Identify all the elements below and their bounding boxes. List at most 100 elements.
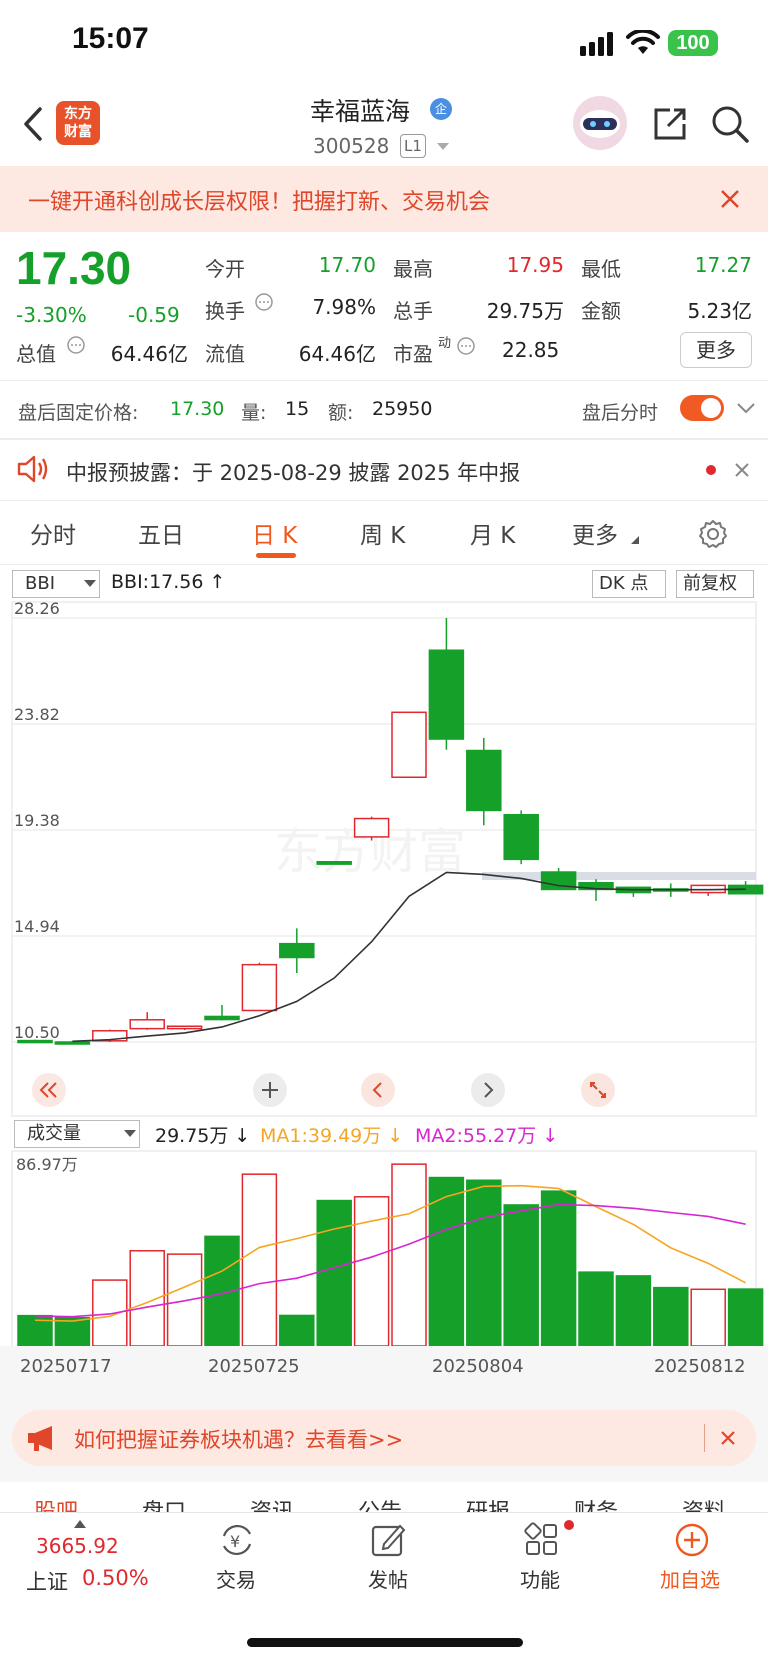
after-hours-amt: 25950 [372,398,433,420]
volume-bar [727,1288,764,1347]
close-icon[interactable] [734,462,750,478]
post-edit-icon[interactable] [370,1522,406,1558]
pe-label: 市盈 [393,342,433,366]
current-price: 17.30 [16,242,132,294]
more-button[interactable]: 更多 [680,332,752,368]
volume-bar [241,1173,278,1347]
candle-body [316,861,352,865]
float-value: 64.46亿 [298,342,376,366]
nav-post[interactable]: 发帖 [368,1564,408,1593]
promo-text[interactable]: 一键开通科创成长层权限！把握打新、交易机会 [28,184,490,216]
float-label: 流值 [205,342,245,366]
features-grid-icon[interactable] [524,1522,560,1558]
candle-body [54,1041,91,1045]
open-label: 今开 [205,257,245,281]
megaphone-icon [28,1426,52,1451]
high-value: 17.95 [506,253,564,277]
index-name[interactable]: 上证 [26,1566,68,1596]
tab-five-day[interactable]: 五日 [138,516,184,550]
nav-features[interactable]: 功能 [520,1564,560,1593]
stock-name: 幸福蓝海 [310,97,411,126]
candle-body [241,963,278,1012]
after-hours-price: 17.30 [170,398,225,420]
volume-indicator-select[interactable]: 成交量 [14,1120,140,1148]
open-value: 17.70 [318,253,376,277]
zoom-in-icon[interactable] [252,1072,288,1108]
signal-icon [580,32,613,56]
date-tick: 20250717 [20,1356,112,1377]
after-hours-label: 盘后固定价格: [18,402,139,424]
back-icon[interactable] [22,106,44,142]
triangle-up-icon [74,1520,86,1528]
candle-body [353,817,390,838]
candle-body [466,749,502,812]
bbi-value: BBI:17.56 ↑ [111,571,226,593]
notice-text[interactable]: 中报预披露：于 2025-08-29 披露 2025 年中报 [66,457,520,487]
turnover-value: 7.98% [312,295,376,319]
app-logo: 东方 财富 [56,101,100,145]
divider [0,564,768,565]
nav-add-watchlist[interactable]: 加自选 [660,1564,720,1593]
triangle-down-icon [631,536,639,544]
dk-point-button[interactable]: DK 点 [592,570,666,598]
after-hours-qty-label: 量: [241,402,267,424]
index-value[interactable]: 3665.92 [36,1534,119,1558]
volume-bar [615,1275,652,1347]
index-change[interactable]: 0.50% [82,1566,149,1590]
volume-current: 29.75万 ↓ [155,1125,251,1147]
scroll-right-icon[interactable] [470,1072,506,1108]
settings-gear-icon[interactable] [697,518,729,550]
date-tick: 20250725 [208,1356,300,1377]
triangle-down-icon [84,580,96,587]
chevron-down-icon[interactable] [436,142,450,152]
close-icon[interactable] [720,189,740,209]
amount-label: 金额 [581,299,621,323]
after-hours-toggle[interactable] [680,395,724,421]
divider [704,1424,705,1452]
volume-bar [466,1179,502,1347]
assistant-avatar[interactable] [573,96,627,150]
speaker-icon [17,455,48,483]
tab-daily-k[interactable]: 日 K [252,516,297,550]
y-tick-label: 28.26 [14,600,60,618]
date-tick: 20250804 [432,1356,524,1377]
turnover-label: 换手 [205,299,245,323]
candle-body [166,1025,203,1030]
candlestick-chart[interactable]: 东方财富 28.2623.8219.3814.9410.50 [0,600,768,1120]
volume-bar [54,1316,91,1347]
tab-monthly-k[interactable]: 月 K [470,516,515,550]
scroll-left-fast-icon[interactable] [31,1072,67,1108]
chevron-down-icon[interactable] [736,402,756,416]
bottom-promo-text[interactable]: 如何把握证券板块机遇？去看看>> [74,1424,403,1454]
adjust-mode-button[interactable]: 前复权 [676,570,754,598]
tab-weekly-k[interactable]: 周 K [360,516,405,550]
fullscreen-icon[interactable] [580,1072,616,1108]
close-icon[interactable] [720,1430,736,1446]
volume-bar [578,1271,614,1347]
tab-more[interactable]: 更多 [572,516,618,550]
pe-value: 22.85 [502,338,560,362]
candle-body [129,1019,165,1030]
volume-label: 总手 [393,299,433,323]
add-watchlist-icon[interactable] [674,1522,710,1558]
share-icon[interactable] [650,104,690,144]
volume-bar [653,1286,689,1347]
scroll-left-icon[interactable] [360,1072,396,1108]
trade-yen-icon[interactable]: ¥ [218,1522,256,1558]
nav-trade[interactable]: 交易 [216,1564,256,1593]
volume-max-label: 86.97万 [16,1155,78,1174]
y-tick-label: 19.38 [14,811,60,830]
enterprise-badge-icon: 企 [430,98,452,120]
level-badge[interactable]: L1 [400,134,426,158]
volume-bar [391,1163,427,1347]
y-tick-label: 14.94 [14,917,60,936]
tab-intraday[interactable]: 分时 [30,516,76,550]
search-icon[interactable] [710,104,750,144]
after-hours-toggle-label: 盘后分时 [582,402,659,424]
volume-chart[interactable]: 86.97万 [0,1150,768,1350]
active-tab-indicator [256,553,296,558]
volume-ma2: MA2:55.27万 ↓ [415,1125,559,1147]
svg-text:¥: ¥ [230,1532,240,1551]
volume-bar [540,1190,577,1347]
low-value: 17.27 [694,253,752,277]
